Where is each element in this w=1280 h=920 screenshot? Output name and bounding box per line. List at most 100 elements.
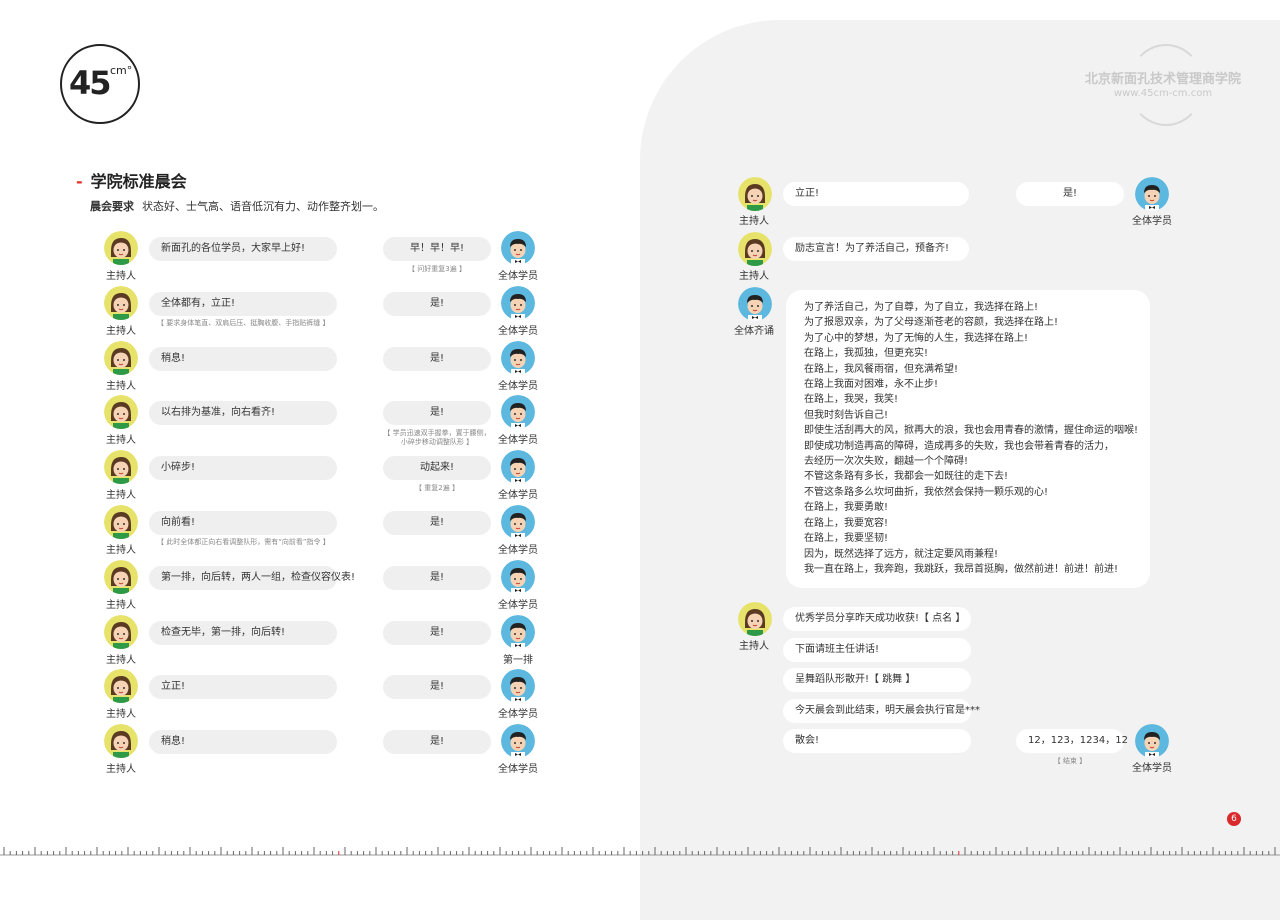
response-note: 【 重复2遍 】 — [415, 484, 459, 493]
host-line-bubble: 立正! — [149, 675, 337, 700]
page-number: 6 — [1227, 812, 1241, 826]
response-bubble: 是! — [383, 346, 491, 371]
host-note: 【 此时全体都正向右看调整队形，需有“向前看”指令 】 — [157, 538, 330, 546]
host-role-label: 主持人 — [739, 271, 769, 282]
response-bubble: 是! — [383, 620, 491, 645]
end-response-bubble: 12，123，1234，12 — [1016, 729, 1128, 753]
response-role-label: 全体学员 — [498, 435, 538, 447]
recite-line: 即使成功制造再高的障碍，造成再多的失败，我也会带着青春的活力， — [804, 440, 1114, 452]
host-note: 【 要求身体笔直、双肩后压、挺胸收腹、手指贴裤缝 】 — [157, 318, 330, 327]
closing-line-bubble: 散会! — [783, 729, 971, 753]
student-avatar-icon — [501, 395, 535, 430]
response-bubble: 是! — [383, 730, 491, 755]
host-role-label: 主持人 — [106, 599, 136, 611]
response-role-label: 第一排 — [503, 654, 533, 666]
response-bubble: 动起来! — [383, 456, 491, 481]
student-avatar-icon — [738, 287, 772, 321]
response-bubble: 是! — [1016, 182, 1124, 206]
host-role-label: 主持人 — [106, 709, 136, 721]
student-avatar-icon — [1135, 724, 1169, 758]
response-role-label: 全体学员 — [1132, 216, 1172, 227]
student-avatar-icon — [501, 724, 535, 759]
recite-line: 不管这条路多么坎坷曲折，我依然会保持一颗乐观的心! — [804, 486, 1049, 498]
student-avatar-icon — [501, 505, 535, 539]
recite-line: 在路上，我要坚韧! — [804, 533, 889, 545]
recite-line: 我一直在路上，我奔跑，我跳跃，我昂首挺胸，做然前进！前进！前进! — [804, 563, 1119, 575]
school-url: www.45cm-cm.com — [1113, 88, 1213, 99]
logo-unit: cm° — [110, 64, 133, 77]
recite-line: 在路上我面对困难，永不止步! — [804, 379, 939, 391]
student-avatar-icon — [501, 285, 535, 320]
section-dash: - — [76, 172, 83, 191]
recite-role-label: 全体齐诵 — [734, 326, 774, 337]
end-role-label: 全体学员 — [1132, 763, 1172, 774]
response-bubble: 是! — [383, 291, 491, 316]
host-line-bubble: 第一排，向后转，两人一组，检查仪容仪表! — [149, 565, 355, 590]
response-role-label: 全体学员 — [498, 490, 538, 502]
host-line-bubble: 以右排为基准，向右看齐! — [149, 401, 337, 426]
student-avatar-icon — [501, 559, 535, 594]
recite-line: 在路上，我哭，我笑! — [804, 394, 899, 406]
student-avatar-icon — [501, 340, 535, 375]
response-role-label: 全体学员 — [498, 764, 538, 776]
host-avatar-icon — [104, 559, 138, 594]
host-avatar-icon — [104, 724, 138, 759]
section-title: - 学院标准晨会 — [76, 168, 187, 192]
response-role-label: 全体学员 — [498, 545, 538, 556]
response-note: 【 问好重复3遍 】 — [408, 265, 466, 273]
recite-line: 但我时刻告诉自己! — [804, 409, 889, 421]
response-bubble: 是! — [383, 565, 491, 590]
response-bubble: 是! — [383, 675, 491, 700]
host-avatar-icon — [104, 505, 138, 539]
student-avatar-icon — [501, 231, 535, 265]
recite-line: 在路上，我要宽容! — [804, 517, 889, 529]
recitation-bubble: 为了养活自己，为了自尊，为了自立，我选择在路上! 为了报恩双亲，为了父母逐渐苍老的… — [786, 290, 1150, 588]
closing-line-bubble: 优秀学员分享昨天成功收获!【 点名 】 — [783, 607, 971, 631]
ruler-bar — [0, 847, 1280, 856]
host-role-label: 主持人 — [739, 641, 769, 652]
host-role-label: 主持人 — [106, 490, 136, 502]
logo-number: 45 — [69, 64, 112, 102]
recite-line: 为了报恩双亲，为了父母逐渐苍老的容颜，我选择在路上! — [804, 317, 1059, 329]
recite-line: 在路上，我孤独，但更充实! — [804, 348, 929, 360]
requirements-label: 晨会要求 — [90, 200, 134, 213]
host-line-bubble: 励志宣言！为了养活自己，预备齐! — [783, 237, 969, 261]
host-avatar-icon — [738, 602, 772, 636]
student-avatar-icon — [501, 669, 535, 704]
host-line-bubble: 稍息! — [149, 730, 337, 755]
school-seal: 北京新面孔技术管理商学院 www.45cm-cm.com — [1078, 44, 1248, 126]
host-role-label: 主持人 — [106, 271, 136, 282]
section-title-text: 学院标准晨会 — [90, 172, 187, 191]
student-avatar-icon — [501, 614, 535, 649]
recite-line: 即使生活刮再大的风，掀再大的浪，我也会用青春的激情，握住命运的咽喉! — [804, 425, 1139, 437]
host-role-label: 主持人 — [106, 545, 136, 556]
student-avatar-icon — [1135, 177, 1169, 211]
recite-line: 在路上，我要勇敢! — [804, 502, 889, 514]
recite-line: 为了心中的梦想，为了无悔的人生，我选择在路上! — [804, 332, 1029, 344]
host-avatar-icon — [104, 231, 138, 265]
requirements-text: 状态好、士气高、语音低沉有力、动作整齐划一。 — [142, 200, 384, 213]
response-bubble: 是! — [383, 511, 491, 535]
host-line-bubble: 新面孔的各位学员，大家早上好! — [149, 237, 337, 261]
response-bubble: 早！早！早! — [383, 237, 491, 261]
host-role-label: 主持人 — [106, 654, 136, 666]
school-name: 北京新面孔技术管理商学院 — [1084, 72, 1241, 87]
response-role-label: 全体学员 — [498, 380, 538, 392]
host-avatar-icon — [738, 232, 772, 266]
closing-line-bubble: 今天晨会到此结束，明天晨会执行官是*** — [783, 698, 980, 723]
host-role-label: 主持人 — [106, 435, 136, 447]
student-avatar-icon — [501, 450, 535, 485]
response-role-label: 全体学员 — [498, 325, 538, 337]
host-avatar-icon — [104, 669, 138, 704]
host-avatar-icon — [104, 340, 138, 375]
recite-line: 在路上，我风餐雨宿，但充满希望! — [804, 363, 959, 375]
host-line-bubble: 立正! — [783, 182, 969, 206]
host-role-label: 主持人 — [739, 216, 769, 227]
recite-line: 不管这条路有多长，我都会一如既往的走下去! — [804, 471, 1009, 483]
response-role-label: 全体学员 — [498, 599, 538, 611]
host-line-bubble: 向前看! — [149, 511, 337, 535]
host-line-bubble: 稍息! — [149, 346, 337, 371]
host-role-label: 主持人 — [106, 380, 136, 392]
response-role-label: 全体学员 — [498, 709, 538, 721]
host-avatar-icon — [104, 285, 138, 320]
